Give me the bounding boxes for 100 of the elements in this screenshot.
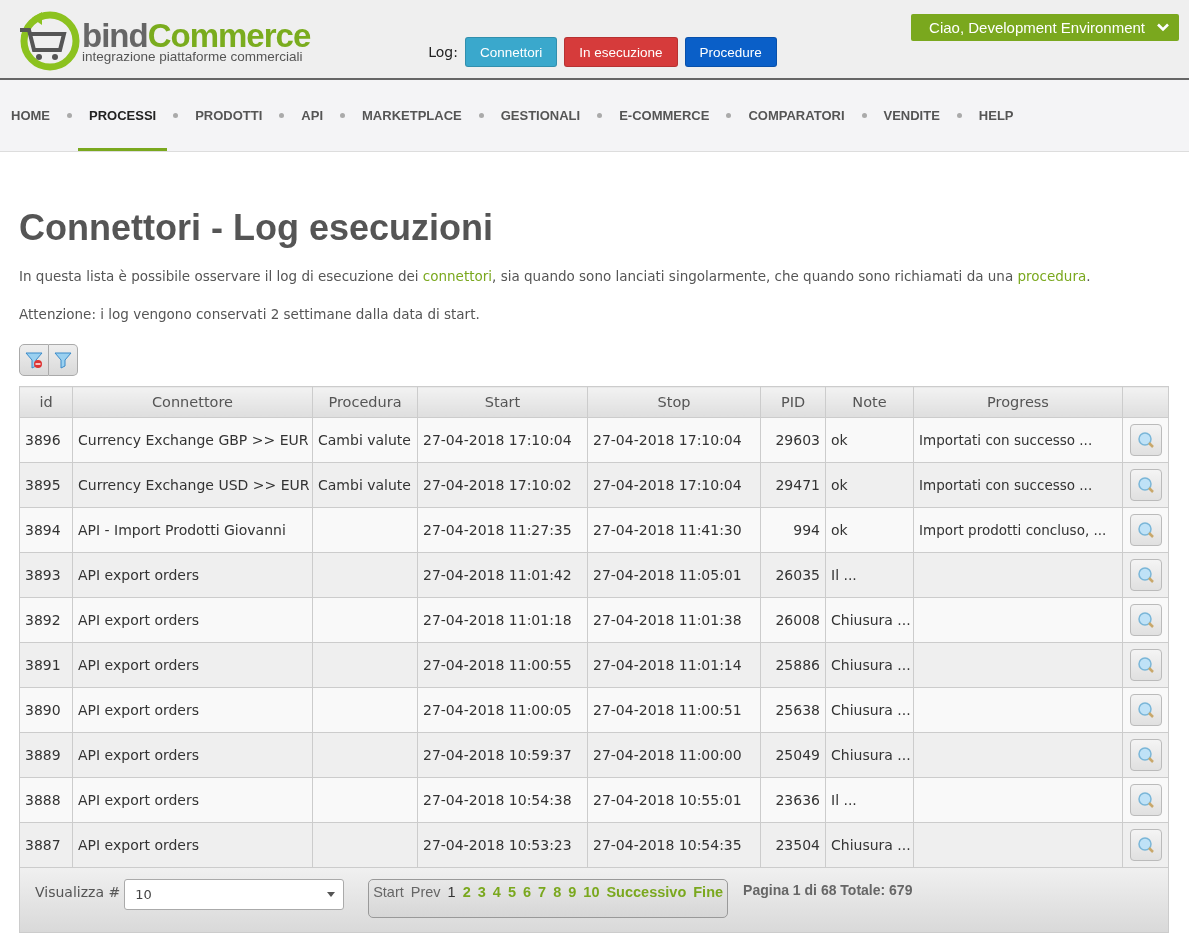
table-cell: 27-04-2018 11:01:14 <box>587 642 761 688</box>
table-cell: 3895 <box>19 462 73 508</box>
table-cell: 25886 <box>760 642 826 688</box>
table-cell: Currency Exchange USD >> EUR <box>72 462 313 508</box>
nav-tab[interactable]: GESTIONALI <box>489 80 592 151</box>
table-cell: Il ... <box>825 777 914 823</box>
clear-filter-button[interactable] <box>19 344 49 376</box>
table-cell: 27-04-2018 10:54:38 <box>417 777 588 823</box>
filter-button[interactable] <box>48 344 78 376</box>
log-button[interactable]: Procedure <box>684 37 777 67</box>
table-cell: API - Import Prodotti Giovanni <box>72 507 313 553</box>
view-details-button[interactable] <box>1129 604 1162 636</box>
table-cell: 27-04-2018 11:01:42 <box>417 552 588 598</box>
column-header[interactable]: Start <box>417 386 588 418</box>
view-details-button[interactable] <box>1129 694 1162 726</box>
table-cell: 3894 <box>19 507 73 553</box>
table-cell: 26008 <box>760 597 826 643</box>
table-cell: API export orders <box>72 687 313 733</box>
magnifier-icon <box>1136 836 1155 854</box>
table-cell: 27-04-2018 11:41:30 <box>587 507 761 553</box>
nav-tab[interactable]: E-COMMERCE <box>608 80 721 151</box>
table-cell: 27-04-2018 10:59:37 <box>417 732 588 778</box>
magnifier-icon <box>1136 566 1155 584</box>
nav-tab[interactable]: VENDITE <box>872 80 951 151</box>
table-cell: Chiusura ... <box>825 642 914 688</box>
magnifier-icon <box>1136 521 1155 539</box>
column-header[interactable]: Connettore <box>72 386 313 418</box>
table-cell: 27-04-2018 11:01:18 <box>417 597 588 643</box>
log-label: Log: <box>428 44 458 60</box>
table-cell: 3893 <box>19 552 73 598</box>
table-cell: 29603 <box>760 417 826 463</box>
brand-name: bindCommerce <box>82 18 311 52</box>
table-cell: 27-04-2018 11:00:51 <box>587 687 761 733</box>
table-cell: 27-04-2018 11:05:01 <box>587 552 761 598</box>
column-header[interactable]: Stop <box>587 386 761 418</box>
nav-tab[interactable]: MARKETPLACE <box>351 80 473 151</box>
table-cell: 3891 <box>19 642 73 688</box>
view-details-button[interactable] <box>1129 514 1162 546</box>
table-cell: 27-04-2018 17:10:04 <box>587 462 761 508</box>
table-cell: API export orders <box>72 822 313 868</box>
nav-tab[interactable]: PROCESSI <box>78 80 168 151</box>
table-cell: 27-04-2018 11:01:38 <box>587 597 761 643</box>
table-cell: Importati con successo ... <box>913 417 1123 463</box>
table-cell: Currency Exchange GBP >> EUR <box>72 417 313 463</box>
nav-tab[interactable]: HOME <box>0 80 61 151</box>
table-cell: 3887 <box>19 822 73 868</box>
column-header[interactable]: Progress <box>913 386 1123 418</box>
chevron-down-icon <box>1157 23 1169 32</box>
nav-tab[interactable]: API <box>290 80 335 151</box>
table-cell: 3890 <box>19 687 73 733</box>
table-cell: Chiusura ... <box>825 822 914 868</box>
table-cell: API export orders <box>72 597 313 643</box>
table-cell: 23636 <box>760 777 826 823</box>
table-cell: 25049 <box>760 732 826 778</box>
cart-logo-icon <box>18 10 80 72</box>
notice-text: Attenzione: i log vengono conservati 2 settimane dalla data di start. <box>19 306 481 322</box>
page-size-select[interactable]: 10 <box>124 879 345 910</box>
table-cell: 994 <box>760 507 826 553</box>
table-cell: 3889 <box>19 732 73 778</box>
filter-remove-icon <box>24 351 43 369</box>
table-cell: 29471 <box>760 462 826 508</box>
column-header[interactable]: PID <box>760 386 826 418</box>
table-cell: Import prodotti concluso, ... <box>913 507 1123 553</box>
table-cell: 27-04-2018 17:10:04 <box>587 417 761 463</box>
table-cell: API export orders <box>72 777 313 823</box>
view-details-button[interactable] <box>1129 469 1162 501</box>
view-details-button[interactable] <box>1129 559 1162 591</box>
column-header[interactable]: Note <box>825 386 914 418</box>
table-cell: Chiusura ... <box>825 732 914 778</box>
table-cell: ok <box>825 417 914 463</box>
magnifier-icon <box>1136 746 1155 764</box>
page-link[interactable]: 1 <box>447 884 456 900</box>
table-cell: API export orders <box>72 642 313 688</box>
intro-text: In questa lista è possibile osservare il log di esecuzione dei connettori, sia quando sono lanciati singolarmente, che quando sono richiamati da una procedura. <box>19 268 1092 284</box>
magnifier-icon <box>1136 431 1155 449</box>
nav-tab[interactable]: PRODOTTI <box>184 80 274 151</box>
table-cell: 27-04-2018 17:10:04 <box>417 417 588 463</box>
view-details-button[interactable] <box>1129 649 1162 681</box>
magnifier-icon <box>1136 611 1155 629</box>
table-cell: 3896 <box>19 417 73 463</box>
table-cell: Importati con successo ... <box>913 462 1123 508</box>
column-header[interactable]: Procedura <box>312 386 418 418</box>
log-button[interactable]: In esecuzione <box>564 37 678 67</box>
nav-tab[interactable]: HELP <box>967 80 1025 151</box>
table-cell: 27-04-2018 11:00:00 <box>587 732 761 778</box>
table-cell: 25638 <box>760 687 826 733</box>
view-details-button[interactable] <box>1129 424 1162 456</box>
page-title: Connettori - Log esecuzioni <box>19 207 494 249</box>
view-details-button[interactable] <box>1129 829 1162 861</box>
brand-tagline: integrazione piattaforme commerciali <box>82 49 304 64</box>
magnifier-icon <box>1136 656 1155 674</box>
dropdown-arrow-icon <box>327 892 336 897</box>
nav-tab[interactable]: COMPARATORI <box>737 80 856 151</box>
table-cell: API export orders <box>72 552 313 598</box>
column-header[interactable]: id <box>19 386 73 418</box>
filter-icon <box>53 351 72 369</box>
table-cell: 27-04-2018 10:54:35 <box>587 822 761 868</box>
view-details-button[interactable] <box>1129 739 1162 771</box>
view-details-button[interactable] <box>1129 784 1162 816</box>
table-cell: ok <box>825 462 914 508</box>
